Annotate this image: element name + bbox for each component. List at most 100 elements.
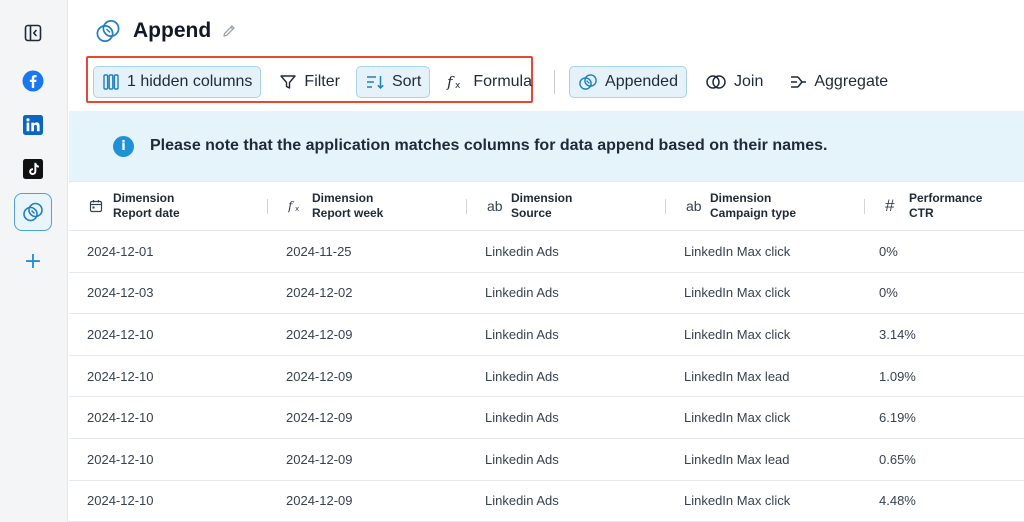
- table-row[interactable]: 2024-12-10 2024-12-09 Linkedin Ads Linke…: [69, 356, 1024, 398]
- filter-button[interactable]: Filter: [271, 66, 348, 98]
- sidebar: +: [0, 0, 68, 522]
- hidden-columns-label: 1 hidden columns: [127, 73, 253, 90]
- table-cell[interactable]: Linkedin Ads: [467, 356, 666, 397]
- table-cell[interactable]: 2024-12-10: [69, 439, 268, 480]
- toolbar-divider: [554, 70, 556, 94]
- table-cell[interactable]: 2024-12-09: [268, 481, 467, 522]
- filter-icon: [280, 75, 297, 89]
- table-cell[interactable]: 2024-12-03: [69, 273, 268, 314]
- table-cell[interactable]: 2024-12-01: [69, 231, 268, 272]
- facebook-icon: [22, 70, 44, 92]
- append-icon: [23, 202, 43, 222]
- formula-label: Formula: [473, 73, 533, 90]
- column-header-line1: Dimension: [511, 191, 573, 205]
- column-header-source[interactable]: ab Dimension Source: [467, 182, 666, 230]
- table-cell[interactable]: Linkedin Ads: [467, 314, 666, 355]
- column-header-line2: CTR: [909, 206, 934, 220]
- rename-button[interactable]: [221, 23, 237, 39]
- table-cell[interactable]: Linkedin Ads: [467, 231, 666, 272]
- linkedin-icon: [23, 115, 43, 135]
- appended-label: Appended: [605, 73, 678, 90]
- column-header-line1: Performance: [909, 191, 983, 205]
- table-cell[interactable]: 3.14%: [865, 314, 1024, 355]
- table-cell[interactable]: 0%: [865, 231, 1024, 272]
- table-row[interactable]: 2024-12-10 2024-12-09 Linkedin Ads Linke…: [69, 397, 1024, 439]
- page-header: Append: [95, 14, 237, 48]
- table-cell[interactable]: 2024-11-25: [268, 231, 467, 272]
- table-header: Dimension Report date f x Dimension Repo…: [69, 181, 1024, 231]
- sidebar-item-tiktok[interactable]: [14, 150, 52, 188]
- sort-button[interactable]: Sort: [355, 66, 431, 98]
- filter-label: Filter: [304, 73, 340, 90]
- formula-button[interactable]: f x Formula: [438, 66, 540, 98]
- sidebar-item-linkedin[interactable]: [14, 106, 52, 144]
- column-header-line1: Dimension: [710, 191, 772, 205]
- table-cell[interactable]: 2024-12-09: [268, 439, 467, 480]
- sort-label: Sort: [391, 73, 422, 90]
- table-cell[interactable]: 2024-12-10: [69, 397, 268, 438]
- table-cell[interactable]: 2024-12-10: [69, 481, 268, 522]
- table-cell[interactable]: 1.09%: [865, 356, 1024, 397]
- hidden-columns-button[interactable]: 1 hidden columns: [93, 66, 262, 98]
- table-cell[interactable]: 0.65%: [865, 439, 1024, 480]
- table-cell[interactable]: LinkedIn Max lead: [666, 439, 865, 480]
- table-row[interactable]: 2024-12-10 2024-12-09 Linkedin Ads Linke…: [69, 439, 1024, 481]
- table-cell[interactable]: LinkedIn Max click: [666, 397, 865, 438]
- column-header-line2: Report date: [113, 206, 180, 220]
- aggregate-button[interactable]: Aggregate: [781, 66, 896, 98]
- toolbar: 1 hidden columns Filter Sort f x Formula: [93, 63, 896, 101]
- sidebar-item-append[interactable]: [14, 193, 52, 231]
- table-row[interactable]: 2024-12-10 2024-12-09 Linkedin Ads Linke…: [69, 481, 1024, 522]
- number-type-icon: #: [885, 196, 895, 215]
- table-cell[interactable]: 0%: [865, 273, 1024, 314]
- table-cell[interactable]: 6.19%: [865, 397, 1024, 438]
- table-cell[interactable]: Linkedin Ads: [467, 481, 666, 522]
- column-header-line2: Report week: [312, 206, 384, 220]
- panel-collapse-icon: [24, 24, 42, 42]
- table-cell[interactable]: 2024-12-09: [268, 397, 467, 438]
- table-cell[interactable]: Linkedin Ads: [467, 397, 666, 438]
- text-type-icon: ab: [487, 198, 503, 214]
- table-cell[interactable]: 2024-12-09: [268, 356, 467, 397]
- table-cell[interactable]: 2024-12-10: [69, 356, 268, 397]
- join-icon: [706, 75, 726, 89]
- table-cell[interactable]: LinkedIn Max click: [666, 481, 865, 522]
- aggregate-label: Aggregate: [814, 73, 889, 90]
- column-header-campaign-type[interactable]: ab Dimension Campaign type: [666, 182, 865, 230]
- column-header-line2: Campaign type: [710, 206, 797, 220]
- table-cell[interactable]: Linkedin Ads: [467, 273, 666, 314]
- formula-icon: f x: [446, 73, 461, 91]
- text-type-icon: ab: [686, 198, 702, 214]
- column-header-ctr[interactable]: # Performance CTR: [865, 182, 1024, 230]
- column-header-report-date[interactable]: Dimension Report date: [69, 182, 268, 230]
- table-row[interactable]: 2024-12-03 2024-12-02 Linkedin Ads Linke…: [69, 273, 1024, 315]
- column-header-line1: Dimension: [113, 191, 175, 205]
- table-cell[interactable]: LinkedIn Max lead: [666, 356, 865, 397]
- table-cell[interactable]: LinkedIn Max click: [666, 314, 865, 355]
- table-cell[interactable]: LinkedIn Max click: [666, 273, 865, 314]
- table-cell[interactable]: 4.48%: [865, 481, 1024, 522]
- table-cell[interactable]: LinkedIn Max click: [666, 231, 865, 272]
- append-icon: [96, 20, 120, 42]
- join-label: Join: [733, 73, 764, 90]
- table-row[interactable]: 2024-12-10 2024-12-09 Linkedin Ads Linke…: [69, 314, 1024, 356]
- column-header-line2: Source: [511, 206, 552, 220]
- add-source-button[interactable]: +: [14, 242, 52, 280]
- page-title: Append: [133, 19, 212, 42]
- join-button[interactable]: Join: [697, 66, 771, 98]
- sort-icon: [366, 76, 384, 90]
- table-cell[interactable]: Linkedin Ads: [467, 439, 666, 480]
- table-cell[interactable]: 2024-12-02: [268, 273, 467, 314]
- column-header-line1: Dimension: [312, 191, 374, 205]
- table-cell[interactable]: 2024-12-09: [268, 314, 467, 355]
- column-header-report-week[interactable]: f x Dimension Report week: [268, 182, 467, 230]
- columns-icon: [103, 74, 119, 90]
- tiktok-icon: [23, 159, 43, 179]
- collapse-sidebar-button[interactable]: [14, 14, 52, 52]
- sidebar-item-facebook[interactable]: [14, 62, 52, 100]
- pencil-icon: [223, 25, 235, 37]
- table-row[interactable]: 2024-12-01 2024-11-25 Linkedin Ads Linke…: [69, 231, 1024, 273]
- main-content: Append 1 hidden columns Filter Sort f x …: [69, 0, 1024, 522]
- appended-button[interactable]: Appended: [569, 66, 687, 98]
- table-cell[interactable]: 2024-12-10: [69, 314, 268, 355]
